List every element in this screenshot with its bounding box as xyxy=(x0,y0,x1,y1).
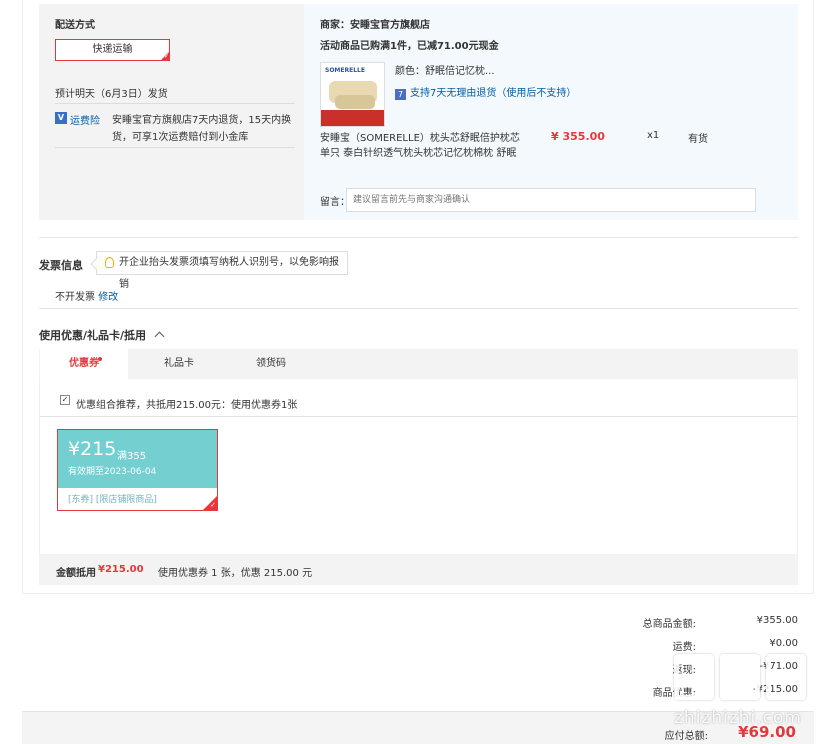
tab-pickup-code[interactable]: 领货码 xyxy=(231,349,311,379)
memo-input[interactable] xyxy=(346,188,756,212)
merchant-label: 商家： xyxy=(320,20,350,31)
product-name-line1[interactable]: 安睡宝（SOMERELLE）枕头芯舒眠倍护枕芯 xyxy=(320,129,520,144)
stock-status: 有货 xyxy=(688,134,708,145)
coupon-amount: ¥215 xyxy=(68,438,117,460)
product-thumbnail[interactable]: SOMERELLE xyxy=(320,62,385,127)
site-watermark: zhizhizhi.com xyxy=(672,654,822,744)
promo-text: 活动商品已购满1件，已减71.00元现金 xyxy=(320,41,499,52)
watermark-glyph xyxy=(720,654,760,700)
invoice-title: 发票信息 xyxy=(39,259,83,272)
watermark-glyph xyxy=(674,654,714,700)
recommend-text: 优惠组合推荐，共抵用215.00元：使用优惠券1张 xyxy=(76,400,298,411)
color-value: 舒眠倍记忆枕... xyxy=(425,66,495,77)
return-policy-text: 支持7天无理由退货（使用后不支持） xyxy=(410,88,577,99)
thumb-banner xyxy=(321,110,384,126)
divider-coupons xyxy=(39,308,798,309)
invoice-status-row: 不开发票 修改 xyxy=(55,288,118,303)
coupon-section-title[interactable]: 使用优惠/礼品卡/抵用 xyxy=(39,327,165,343)
recommend-checkbox[interactable]: ✓ xyxy=(60,395,70,405)
tab-gift-card[interactable]: 礼品卡 xyxy=(139,349,219,379)
chevron-up-icon[interactable] xyxy=(154,331,165,342)
invoice-tip: 开企业抬头发票须填写纳税人识别号，以免影响报销 xyxy=(90,251,348,290)
coupon-summary: 金额抵用 ¥215.00 使用优惠券 1 张，优惠 215.00 元 xyxy=(39,554,798,585)
merchant-name[interactable]: 安睡宝官方旗舰店 xyxy=(350,20,430,31)
return-policy: 7 支持7天无理由退货（使用后不支持） xyxy=(395,84,576,100)
notification-dot-icon xyxy=(98,357,102,361)
lightbulb-icon xyxy=(105,257,114,268)
shield-icon: V xyxy=(55,112,67,124)
insurance-text-line1: 安睡宝官方旗舰店7天内退货，15天内换 xyxy=(112,115,292,126)
watermark-glyph xyxy=(766,654,806,700)
summary-label: 金额抵用 xyxy=(56,568,96,579)
tab-coupons-label: 优惠券 xyxy=(69,358,99,369)
invoice-status: 不开发票 xyxy=(55,292,95,303)
tab-coupons[interactable]: 优惠券 xyxy=(40,349,128,379)
product-price: ¥ 355.00 xyxy=(551,130,605,143)
pillow-image-lower xyxy=(335,95,375,109)
invoice-edit-link[interactable]: 修改 xyxy=(98,292,118,303)
coupon-tags: [东券] [限店铺限商品] xyxy=(68,495,157,505)
coupon-check-icon: ✓ xyxy=(210,501,216,509)
summary-detail: 使用优惠券 1 张，优惠 215.00 元 xyxy=(158,568,313,579)
coupon-tabs: 优惠券 礼品卡 领货码 xyxy=(39,349,798,379)
coupon-card[interactable]: ¥215 满355 有效期至2023-06-04 [东券] [限店铺限商品] ✓ xyxy=(57,429,218,511)
coupon-header: ¥215 满355 有效期至2023-06-04 xyxy=(58,430,217,488)
shipping-eta: 预计明天（6月3日）发货 xyxy=(55,89,168,100)
divider-invoice xyxy=(39,237,798,238)
brand-logo: SOMERELLE xyxy=(325,67,365,74)
product-name-line2[interactable]: 单只 泰白针织透气枕头枕芯记忆枕棉枕 舒眠 xyxy=(320,144,516,159)
shipping-title: 配送方式 xyxy=(55,20,95,31)
product-quantity: x1 xyxy=(647,130,660,141)
watermark-text: zhizhizhi.com xyxy=(674,708,802,728)
express-shipping-button[interactable]: 快递运输 ✓ xyxy=(55,39,170,61)
total-goods-value: ¥355.00 xyxy=(756,615,798,626)
coupon-section-label: 使用优惠/礼品卡/抵用 xyxy=(39,329,147,342)
insurance-text-line2: 货，可享1次运费赔付到小金库 xyxy=(112,132,249,143)
merchant-row: 商家：安睡宝官方旗舰店 xyxy=(320,16,430,31)
insurance-row: V 运费险 安睡宝官方旗舰店7天内退货，15天内换 货，可享1次运费赔付到小金库 xyxy=(55,103,295,148)
freight-label: 运费: xyxy=(672,642,696,653)
coupon-condition: 满355 xyxy=(117,451,147,462)
seven-day-return-icon: 7 xyxy=(395,89,406,100)
summary-amount: ¥215.00 xyxy=(98,564,144,575)
divider-recommend xyxy=(40,416,797,417)
freight-value: ¥0.00 xyxy=(769,638,798,649)
insurance-link[interactable]: 运费险 xyxy=(70,112,100,127)
total-goods-label: 总商品金额: xyxy=(642,619,696,630)
check-icon: ✓ xyxy=(163,53,169,60)
color-label: 颜色： xyxy=(395,66,425,77)
product-color: 颜色：舒眠倍记忆枕... xyxy=(395,62,495,77)
coupon-expiry: 有效期至2023-06-04 xyxy=(68,467,157,477)
express-shipping-label: 快递运输 xyxy=(92,44,133,55)
